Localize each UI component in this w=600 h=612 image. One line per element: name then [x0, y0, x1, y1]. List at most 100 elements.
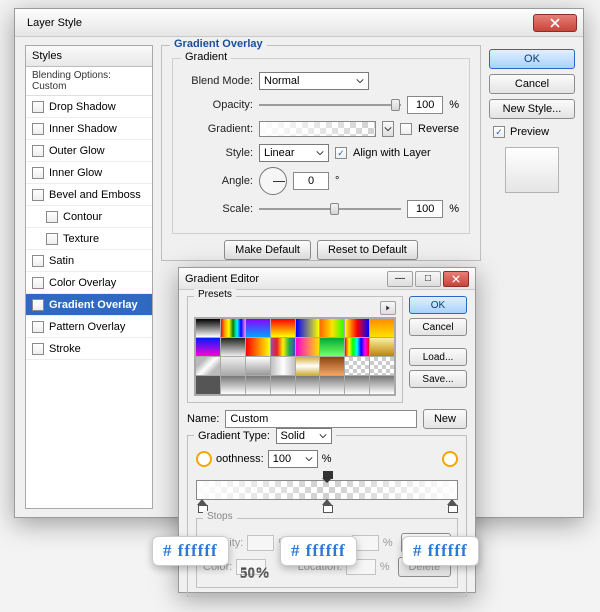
style-checkbox[interactable] [32, 123, 44, 135]
save-button[interactable]: Save... [409, 370, 467, 388]
preset-swatch[interactable] [246, 376, 270, 394]
style-item-inner-glow[interactable]: Inner Glow [26, 162, 152, 184]
preset-swatch[interactable] [345, 319, 369, 337]
color-stop-left[interactable] [197, 499, 207, 511]
close-button[interactable] [533, 14, 577, 32]
preset-swatch[interactable] [271, 338, 295, 356]
style-item-stroke[interactable]: Stroke [26, 338, 152, 360]
minimize-button[interactable]: — [387, 271, 413, 287]
angle-value[interactable]: 0 [293, 172, 329, 190]
style-item-contour[interactable]: Contour [26, 206, 152, 228]
style-checkbox[interactable]: ✓ [32, 299, 44, 311]
style-item-satin[interactable]: Satin [26, 250, 152, 272]
style-checkbox[interactable] [32, 167, 44, 179]
align-checkbox[interactable]: ✓ [335, 147, 347, 159]
opacity-value[interactable]: 100 [407, 96, 443, 114]
new-button[interactable]: New [423, 409, 467, 429]
reverse-checkbox[interactable] [400, 123, 412, 135]
preset-swatch[interactable] [320, 319, 344, 337]
style-label: Bevel and Emboss [49, 189, 141, 201]
style-item-inner-shadow[interactable]: Inner Shadow [26, 118, 152, 140]
opacity-slider[interactable] [259, 98, 401, 112]
styles-header[interactable]: Styles [26, 46, 152, 67]
preset-swatch[interactable] [246, 338, 270, 356]
ged-titlebar[interactable]: Gradient Editor — □ [179, 268, 475, 290]
preset-swatch[interactable] [271, 357, 295, 375]
load-button[interactable]: Load... [409, 348, 467, 366]
preset-swatch[interactable] [370, 357, 394, 375]
style-item-gradient-overlay[interactable]: ✓Gradient Overlay [26, 294, 152, 316]
preset-swatch[interactable] [221, 338, 245, 356]
style-checkbox[interactable] [32, 255, 44, 267]
style-checkbox[interactable] [32, 343, 44, 355]
preset-swatch[interactable] [221, 376, 245, 394]
preset-swatch[interactable] [196, 376, 220, 394]
style-item-bevel-and-emboss[interactable]: Bevel and Emboss [26, 184, 152, 206]
style-checkbox[interactable] [46, 233, 58, 245]
scale-value[interactable]: 100 [407, 200, 443, 218]
preset-swatch[interactable] [320, 357, 344, 375]
preset-swatch[interactable] [296, 338, 320, 356]
style-checkbox[interactable] [32, 277, 44, 289]
style-item-outer-glow[interactable]: Outer Glow [26, 140, 152, 162]
smoothness-unit: % [322, 453, 332, 465]
preset-swatch[interactable] [320, 338, 344, 356]
preset-swatch[interactable] [345, 357, 369, 375]
cancel-button[interactable]: Cancel [489, 74, 575, 94]
blend-mode-select[interactable]: Normal [259, 72, 369, 90]
preset-swatch[interactable] [370, 376, 394, 394]
preset-swatch[interactable] [296, 319, 320, 337]
scale-slider[interactable] [259, 202, 401, 216]
style-item-pattern-overlay[interactable]: Pattern Overlay [26, 316, 152, 338]
preset-swatch[interactable] [271, 376, 295, 394]
preset-swatch[interactable] [196, 357, 220, 375]
ged-ok-button[interactable]: OK [409, 296, 467, 314]
preset-swatch[interactable] [196, 338, 220, 356]
presets-menu-button[interactable] [380, 301, 396, 315]
blending-options[interactable]: Blending Options: Custom [26, 67, 152, 96]
style-checkbox[interactable] [46, 211, 58, 223]
preset-swatch[interactable] [345, 338, 369, 356]
smoothness-input[interactable]: 100 [268, 450, 318, 468]
style-checkbox[interactable] [32, 101, 44, 113]
gradient-type-select[interactable]: Solid [276, 428, 332, 444]
preset-swatch[interactable] [370, 319, 394, 337]
preset-swatch[interactable] [246, 319, 270, 337]
style-select[interactable]: Linear [259, 144, 329, 162]
preset-swatch[interactable] [271, 319, 295, 337]
color-stop-right[interactable] [447, 499, 457, 511]
style-item-color-overlay[interactable]: Color Overlay [26, 272, 152, 294]
reset-default-button[interactable]: Reset to Default [317, 240, 418, 260]
style-checkbox[interactable] [32, 189, 44, 201]
annotation-percent: 50% [240, 566, 270, 583]
preview-checkbox[interactable]: ✓ [493, 126, 505, 138]
ok-button[interactable]: OK [489, 49, 575, 69]
preset-swatch[interactable] [345, 376, 369, 394]
name-input[interactable] [225, 410, 417, 428]
ged-close-button[interactable] [443, 271, 469, 287]
preset-swatch[interactable] [221, 357, 245, 375]
annotation-hex-3: # ffffff [402, 536, 479, 566]
angle-dial[interactable] [259, 167, 287, 195]
preset-swatch[interactable] [370, 338, 394, 356]
style-item-drop-shadow[interactable]: Drop Shadow [26, 96, 152, 118]
color-stop-mid[interactable] [322, 499, 332, 511]
maximize-button[interactable]: □ [415, 271, 441, 287]
gradient-preview[interactable] [259, 121, 376, 137]
preset-swatch[interactable] [296, 357, 320, 375]
preset-swatch[interactable] [246, 357, 270, 375]
titlebar[interactable]: Layer Style [15, 9, 583, 37]
gradient-bar[interactable] [196, 480, 458, 500]
gradient-picker-button[interactable] [382, 121, 394, 137]
preset-swatch[interactable] [221, 319, 245, 337]
make-default-button[interactable]: Make Default [224, 240, 311, 260]
style-checkbox[interactable] [32, 321, 44, 333]
ged-cancel-button[interactable]: Cancel [409, 318, 467, 336]
style-item-texture[interactable]: Texture [26, 228, 152, 250]
style-checkbox[interactable] [32, 145, 44, 157]
preset-swatch[interactable] [296, 376, 320, 394]
preset-swatch[interactable] [196, 319, 220, 337]
opacity-stop[interactable] [322, 471, 332, 481]
new-style-button[interactable]: New Style... [489, 99, 575, 119]
preset-swatch[interactable] [320, 376, 344, 394]
